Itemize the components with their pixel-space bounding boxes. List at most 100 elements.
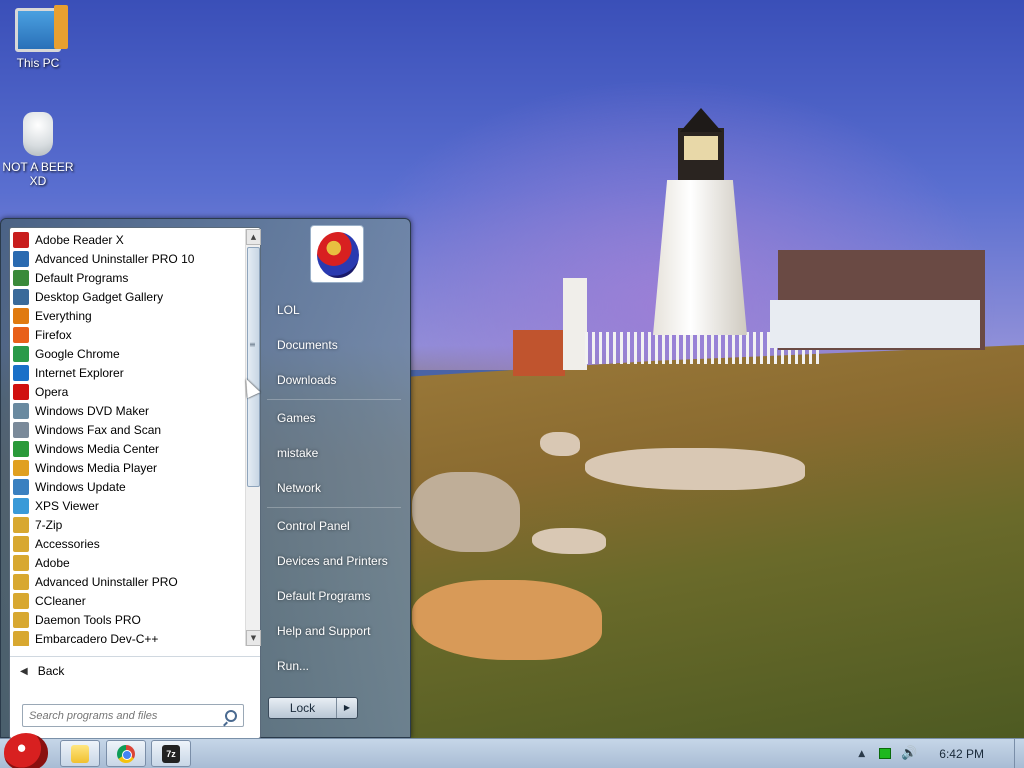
program-item[interactable]: Windows Media Player xyxy=(10,458,245,477)
program-label: Windows Media Player xyxy=(35,460,158,475)
wallpaper-rock xyxy=(585,448,805,490)
start-item-mistake[interactable]: mistake xyxy=(277,446,318,460)
folder-icon xyxy=(13,630,29,646)
program-label: 7-Zip xyxy=(35,517,63,532)
program-item[interactable]: Google Chrome xyxy=(10,344,245,363)
start-item-control-panel[interactable]: Control Panel xyxy=(277,519,350,533)
firefox-icon xyxy=(13,326,29,343)
taskbar-7zip-button[interactable]: 7z xyxy=(151,740,191,767)
folder-icon xyxy=(13,573,29,590)
folder-icon xyxy=(13,554,29,571)
program-item[interactable]: Windows Media Center xyxy=(10,439,245,458)
start-item-network[interactable]: Network xyxy=(277,481,321,495)
program-item[interactable]: XPS Viewer xyxy=(10,496,245,515)
start-item-lol[interactable]: LOL xyxy=(277,303,300,317)
scroll-down-button[interactable]: ▼ xyxy=(246,630,261,646)
program-label: Windows Fax and Scan xyxy=(35,422,162,437)
desktop-icon-label: This PC xyxy=(16,56,60,70)
program-item[interactable]: Desktop Gadget Gallery xyxy=(10,287,245,306)
program-item[interactable]: Windows Update xyxy=(10,477,245,496)
program-label: Opera xyxy=(35,384,69,399)
folder-icon xyxy=(71,744,89,763)
program-item[interactable]: Windows Fax and Scan xyxy=(10,420,245,439)
program-item[interactable]: Embarcadero Dev-C++ xyxy=(10,629,245,646)
program-label: Accessories xyxy=(35,536,100,551)
wallpaper-rock xyxy=(412,472,520,552)
program-item[interactable]: Advanced Uninstaller PRO xyxy=(10,572,245,591)
program-item[interactable]: Default Programs xyxy=(10,268,245,287)
show-hidden-icons-icon[interactable]: ▲ xyxy=(858,749,865,759)
start-button[interactable] xyxy=(4,733,48,768)
taskbar-explorer-button[interactable] xyxy=(60,740,100,767)
program-item[interactable]: Advanced Uninstaller PRO 10 xyxy=(10,249,245,268)
show-desktop-button[interactable] xyxy=(1014,739,1024,768)
program-item[interactable]: Adobe Reader X xyxy=(10,230,245,249)
program-item[interactable]: Opera xyxy=(10,382,245,401)
wallpaper-rock xyxy=(532,528,606,554)
program-label: Everything xyxy=(35,308,92,323)
program-item[interactable]: 7-Zip xyxy=(10,515,245,534)
start-item-help-support[interactable]: Help and Support xyxy=(277,624,370,638)
right-pane-separator xyxy=(267,507,401,508)
shutdown-options-arrow-icon[interactable]: ▶ xyxy=(337,698,357,718)
start-item-devices-printers[interactable]: Devices and Printers xyxy=(277,554,388,568)
xps-viewer-icon xyxy=(13,497,29,514)
program-label: Desktop Gadget Gallery xyxy=(35,289,164,304)
start-item-games[interactable]: Games xyxy=(277,411,316,425)
program-label: Default Programs xyxy=(35,270,129,285)
program-item[interactable]: Accessories xyxy=(10,534,245,553)
fax-icon xyxy=(13,421,29,438)
start-item-downloads[interactable]: Downloads xyxy=(277,373,336,387)
7zip-icon: 7z xyxy=(162,744,180,763)
program-label: Daemon Tools PRO xyxy=(35,612,141,627)
program-item[interactable]: Windows DVD Maker xyxy=(10,401,245,420)
all-programs-list: Adobe Reader X Advanced Uninstaller PRO 1… xyxy=(10,228,245,646)
desktop-icon-not-a-beer[interactable]: NOT A BEER XD xyxy=(0,112,76,188)
wallpaper-rock xyxy=(540,432,580,456)
start-item-documents[interactable]: Documents xyxy=(277,338,338,352)
program-item[interactable]: Internet Explorer xyxy=(10,363,245,382)
program-label: Embarcadero Dev-C++ xyxy=(35,631,159,646)
user-avatar[interactable] xyxy=(310,225,364,283)
search-input[interactable] xyxy=(29,709,225,722)
start-item-run[interactable]: Run... xyxy=(277,659,309,673)
search-box[interactable] xyxy=(22,704,244,727)
program-item[interactable]: CCleaner xyxy=(10,591,245,610)
program-label: XPS Viewer xyxy=(35,498,99,513)
scroll-thumb[interactable] xyxy=(247,247,260,487)
program-item[interactable]: Adobe xyxy=(10,553,245,572)
wallpaper-lighthouse-glass xyxy=(684,136,718,160)
lock-button[interactable]: Lock ▶ xyxy=(268,697,358,719)
clock[interactable]: 6:42 PM xyxy=(939,747,984,761)
scroll-up-button[interactable]: ▲ xyxy=(246,229,261,245)
media-player-icon xyxy=(13,459,29,476)
network-status-icon[interactable] xyxy=(879,748,892,759)
wallpaper-house-wall xyxy=(770,300,980,348)
back-arrow-icon: ◀ xyxy=(20,665,28,677)
jar-icon xyxy=(23,112,53,156)
chrome-icon xyxy=(117,744,135,763)
programs-scrollbar[interactable]: ▲ ≡ ▼ xyxy=(245,229,261,646)
start-item-default-programs[interactable]: Default Programs xyxy=(277,589,370,603)
taskbar: 7z ▲ 🔊 6:42 PM xyxy=(0,733,1024,768)
program-label: Firefox xyxy=(35,327,72,342)
program-item[interactable]: Daemon Tools PRO xyxy=(10,610,245,629)
start-menu: Adobe Reader X Advanced Uninstaller PRO 1… xyxy=(0,218,411,739)
taskbar-chrome-button[interactable] xyxy=(106,740,146,767)
program-label: Adobe xyxy=(35,555,70,570)
wallpaper-lighthouse xyxy=(653,180,747,335)
program-label: CCleaner xyxy=(35,593,86,608)
program-item[interactable]: Everything xyxy=(10,306,245,325)
back-button[interactable]: ◀ Back xyxy=(20,664,64,678)
program-label: Adobe Reader X xyxy=(35,232,124,247)
volume-icon[interactable]: 🔊 xyxy=(901,746,917,761)
desktop-icon-this-pc[interactable]: This PC xyxy=(0,5,76,70)
ie-icon xyxy=(13,364,29,381)
wallpaper-shed xyxy=(513,330,565,376)
program-item[interactable]: Firefox xyxy=(10,325,245,344)
adobe-reader-icon xyxy=(13,231,29,248)
program-label: Windows Update xyxy=(35,479,126,494)
program-label: Advanced Uninstaller PRO xyxy=(35,574,178,589)
back-label: Back xyxy=(37,664,65,678)
search-icon[interactable] xyxy=(225,709,237,722)
